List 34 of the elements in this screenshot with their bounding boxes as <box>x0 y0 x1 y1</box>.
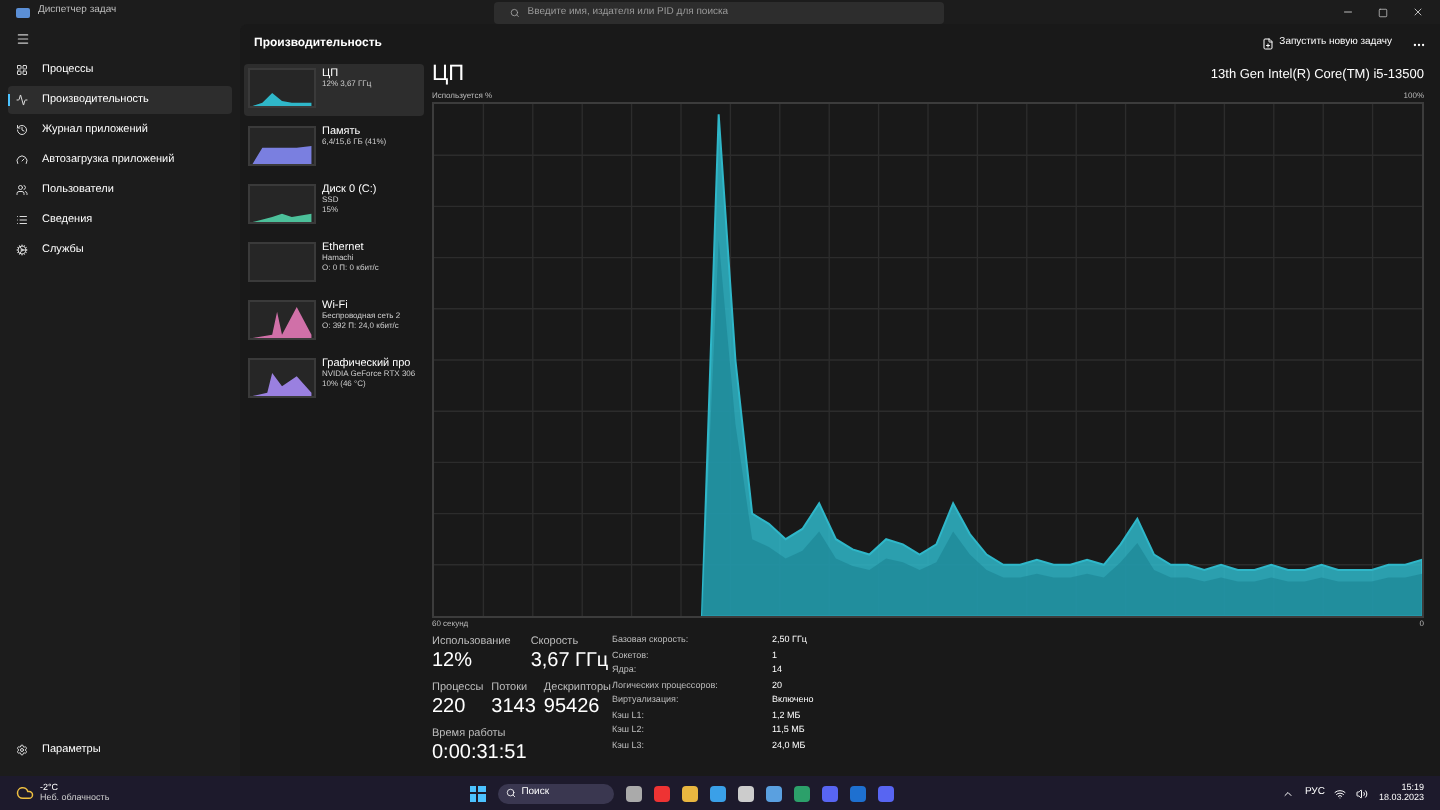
cpu-title: ЦП <box>432 64 465 86</box>
sparkline-icon <box>248 68 316 108</box>
close-icon[interactable] <box>1412 6 1424 18</box>
sidebar-item-icon <box>16 184 28 196</box>
stat-value: 12% <box>432 650 475 676</box>
sparkline-icon <box>248 358 316 398</box>
wifi-icon[interactable] <box>1334 787 1347 799</box>
stat-value: 95426 <box>543 696 602 721</box>
start-icon[interactable] <box>469 785 486 801</box>
sparkline-icon <box>248 300 316 340</box>
stat-value: 220 <box>432 696 468 721</box>
sidebar-item-icon <box>16 64 28 76</box>
sparkline-icon <box>248 242 316 282</box>
weather-icon <box>16 784 34 802</box>
stat-value: 3143 <box>491 696 536 721</box>
sidebar-item-icon <box>16 214 28 226</box>
search-icon <box>510 8 520 18</box>
menu-icon[interactable] <box>16 32 30 46</box>
new-task-icon <box>1261 38 1274 50</box>
sidebar-item-icon <box>16 244 28 256</box>
stat-value: 3,67 ГГц <box>530 650 609 676</box>
sidebar-item-icon <box>16 154 28 166</box>
app-icon <box>16 7 30 17</box>
tray-chevron-icon[interactable] <box>1282 787 1295 799</box>
volume-icon[interactable] <box>1356 787 1369 799</box>
stat-value: 0:00:31:51 <box>432 741 529 767</box>
sparkline-icon <box>248 184 316 224</box>
sparkline-icon <box>248 126 316 166</box>
sidebar-item-icon <box>16 94 28 106</box>
search-icon <box>505 788 516 798</box>
sidebar-item-icon <box>16 124 28 136</box>
maximize-icon[interactable] <box>1378 7 1388 17</box>
minimize-icon[interactable] <box>1342 6 1354 18</box>
settings-icon <box>16 744 28 756</box>
